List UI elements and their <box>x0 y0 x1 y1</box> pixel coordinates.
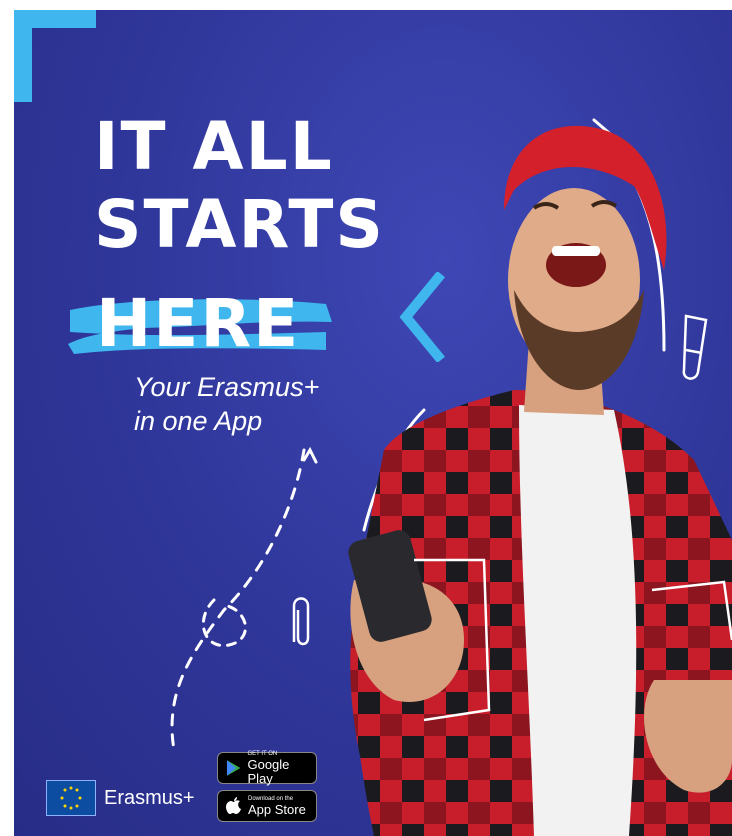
headline-line-2: STARTS <box>94 186 385 263</box>
headline-line-1: IT ALL <box>94 108 334 185</box>
google-play-text: Google Play <box>247 756 290 786</box>
brand-name: Erasmus+ <box>104 786 195 809</box>
tagline-line-1: Your Erasmus+ <box>134 372 320 402</box>
headline-line-3: HERE <box>96 285 301 362</box>
app-store-badge[interactable]: Download on the App Store <box>217 790 317 822</box>
headline: IT ALL STARTS <box>94 108 385 264</box>
paperclip-icon <box>292 597 310 646</box>
eu-flag-icon <box>46 780 96 816</box>
tagline-line-2: in one App <box>134 406 263 436</box>
apple-icon <box>226 797 241 814</box>
app-store-text: App Store <box>248 801 306 817</box>
play-icon <box>226 760 241 776</box>
poster: IT ALL STARTS HERE Your Erasmus+ in one … <box>14 10 732 836</box>
tagline: Your Erasmus+ in one App <box>134 370 319 438</box>
google-play-badge[interactable]: GET IT ON Google Play <box>217 751 317 786</box>
erasmus-logo: Erasmus+ <box>46 780 195 816</box>
